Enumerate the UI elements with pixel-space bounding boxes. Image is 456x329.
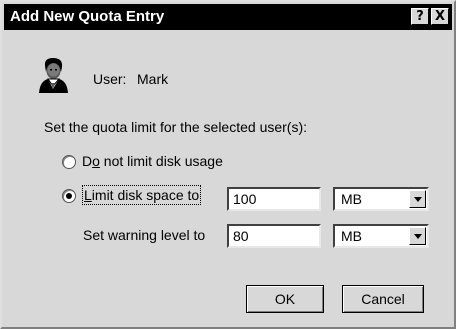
chevron-down-icon[interactable] [409,227,426,245]
no-limit-label-accel: o [92,153,100,169]
warning-unit-value: MB [341,228,362,244]
no-limit-label-prefix: D [82,153,93,169]
ok-button[interactable]: OK [246,285,324,313]
limit-label-accel: L [84,187,92,203]
warning-unit-select[interactable]: MB [333,224,429,248]
cancel-button[interactable]: Cancel [342,285,424,313]
limit-radio[interactable] [62,189,76,203]
close-button[interactable]: X [431,8,449,25]
no-limit-label-rest: not limit disk usage [99,153,223,169]
limit-value-input[interactable]: 100 [227,187,321,211]
title-bar: Add New Quota Entry ? X [4,4,452,30]
limit-unit-value: MB [341,191,362,207]
limit-label[interactable]: Limit disk space to [81,185,202,205]
dialog-title: Add New Quota Entry [10,8,165,25]
no-limit-label[interactable]: Do not limit disk usage [82,153,223,169]
instruction-text: Set the quota limit for the selected use… [44,119,308,135]
no-limit-radio[interactable] [62,155,76,169]
user-name: Mark [137,71,169,87]
limit-unit-select[interactable]: MB [333,187,429,211]
help-button[interactable]: ? [411,8,429,25]
warning-label: Set warning level to [83,227,206,243]
chevron-down-icon[interactable] [409,190,426,208]
user-icon [39,58,68,93]
user-label: User: [93,71,127,87]
limit-label-rest: imit disk space to [91,187,200,203]
warning-value-input[interactable]: 80 [227,224,321,248]
